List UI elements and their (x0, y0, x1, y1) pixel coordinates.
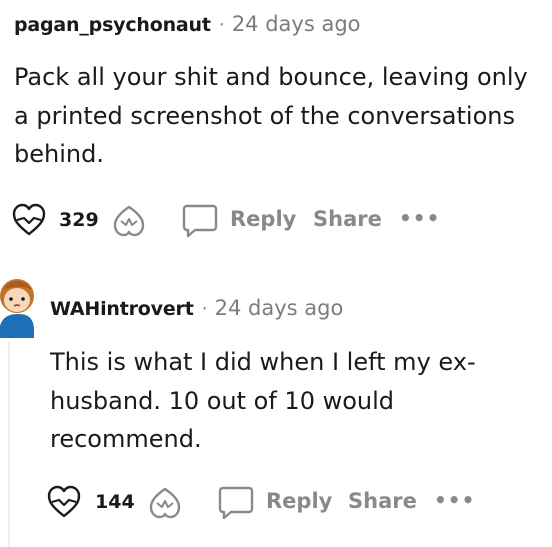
more-options-button[interactable]: ••• (399, 206, 440, 230)
more-options-button[interactable]: ••• (434, 488, 475, 512)
heart-upvote-icon[interactable] (10, 201, 48, 241)
vote-count: 329 (59, 209, 99, 231)
comment-body: This is what I did when I left my ex- hu… (50, 343, 476, 459)
comment-body-line: recommend. (50, 425, 202, 454)
comment-body-line: a printed screenshot of the conversation… (14, 101, 515, 130)
meta-separator: · (201, 298, 208, 320)
heart-downvote-icon[interactable] (111, 203, 147, 243)
snoo-avatar-icon[interactable] (0, 266, 36, 342)
comment-body-line: This is what I did when I left my ex- (50, 348, 476, 376)
reply-button[interactable]: Reply (230, 207, 296, 231)
comment-meta: pagan_psychonaut · 24 days ago (14, 12, 361, 36)
comment-body-line: husband. 10 out of 10 would (50, 386, 395, 415)
meta-separator: · (218, 14, 225, 36)
comment-timestamp[interactable]: 24 days ago (232, 12, 361, 36)
comment-author[interactable]: WAHintrovert (50, 298, 194, 320)
comment-meta: WAHintrovert · 24 days ago (50, 296, 343, 320)
speech-bubble-icon[interactable] (181, 202, 219, 244)
heart-upvote-icon[interactable] (45, 483, 83, 523)
share-button[interactable]: Share (348, 489, 417, 513)
comment-body: Pack all your shit and bounce, leaving o… (14, 58, 528, 174)
share-button[interactable]: Share (313, 207, 382, 231)
comment-timestamp[interactable]: 24 days ago (215, 296, 344, 320)
reply-button[interactable]: Reply (266, 489, 332, 513)
vote-count: 144 (95, 491, 135, 513)
comment-body-line: Pack all your shit and bounce, leaving o… (14, 63, 528, 91)
comment-author[interactable]: pagan_psychonaut (14, 14, 211, 36)
comment-body-line: behind. (14, 140, 104, 169)
comment-actions: 329 Reply Share ••• (0, 200, 552, 244)
heart-downvote-icon[interactable] (147, 485, 183, 525)
comment-actions: 144 Reply Share ••• (0, 482, 552, 526)
speech-bubble-icon[interactable] (217, 484, 255, 526)
